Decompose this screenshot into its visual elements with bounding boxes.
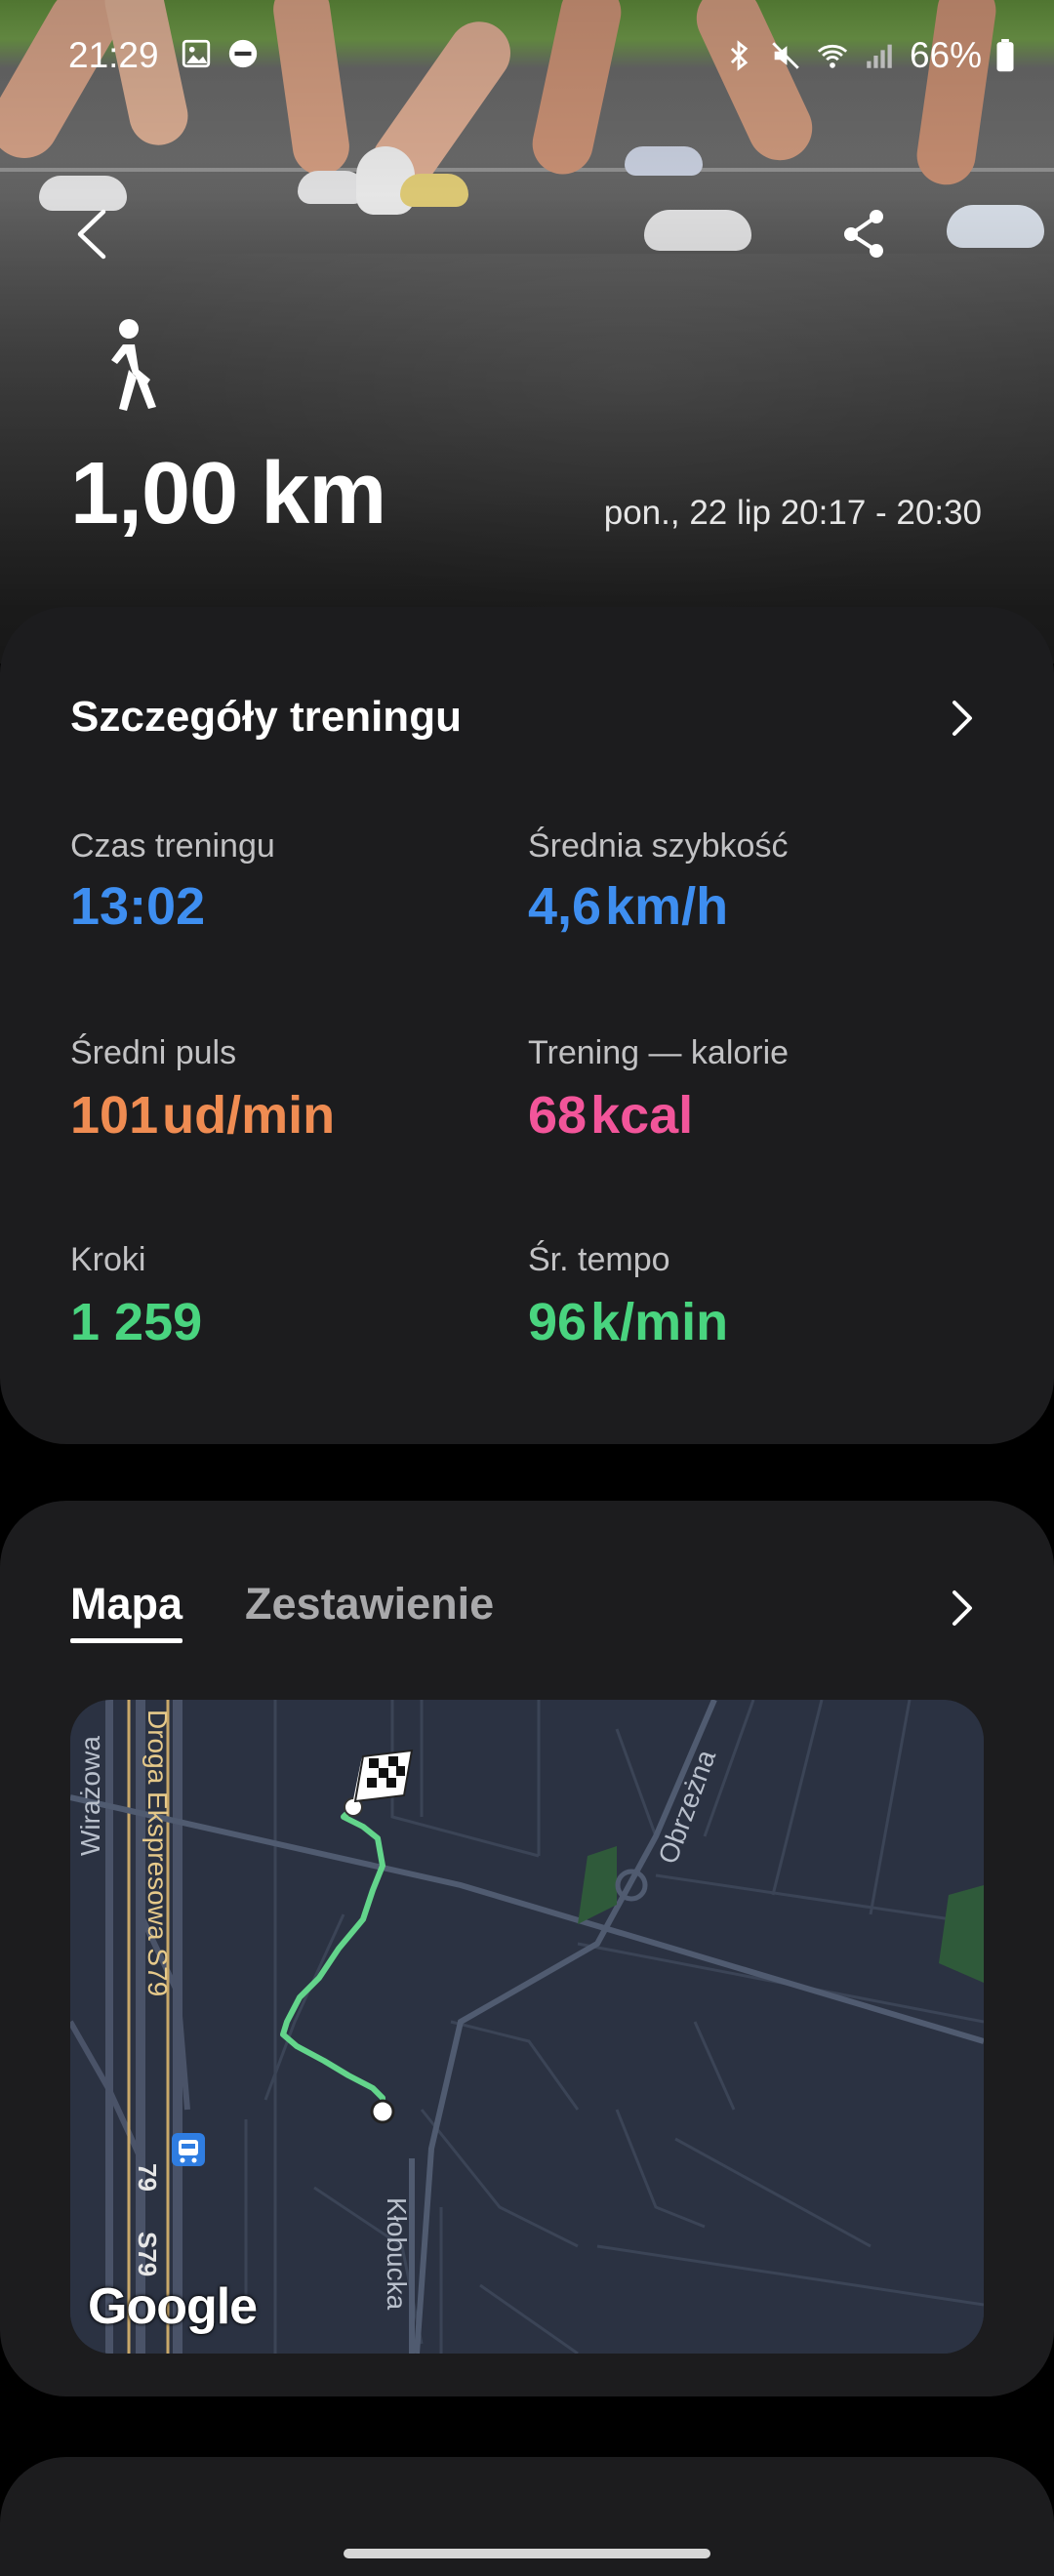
workout-date-range: pon., 22 lip 20:17 - 20:30 [603, 494, 982, 532]
metric-label-avg-speed: Średnia szybkość [528, 827, 789, 865]
route-map[interactable]: Wirażowa Droga Ekspresowa S79 Obrzeżna K… [70, 1700, 984, 2354]
tab-map[interactable]: Mapa [70, 1579, 183, 1643]
workout-details-card[interactable]: Szczegóły treningu Czas treningu 13:02 Ś… [0, 607, 1054, 1444]
street-label-wirazowa: Wirażowa [75, 1736, 105, 1856]
road-number-79: 79 [133, 2163, 162, 2192]
bluetooth-icon [730, 40, 749, 71]
walking-icon [111, 319, 156, 411]
metric-value-calories: 68kcal [528, 1086, 694, 1145]
google-attribution[interactable]: Google [88, 2277, 258, 2336]
metric-value-avg-cadence: 96k/min [528, 1293, 729, 1351]
metric-value-workout-time: 13:02 [70, 877, 206, 936]
share-button[interactable] [834, 200, 893, 268]
battery-percent: 66% [909, 35, 982, 75]
status-time: 21:29 [68, 35, 159, 75]
wifi-icon [817, 44, 848, 68]
route-start-marker [370, 2099, 395, 2124]
metric-label-avg-cadence: Śr. tempo [528, 1241, 670, 1278]
back-button[interactable] [62, 200, 121, 268]
metric-value-avg-heart-rate: 101ud/min [70, 1086, 336, 1145]
metric-value-steps: 1 259 [70, 1293, 203, 1351]
details-title: Szczegóły treningu [70, 693, 462, 741]
street-label-s79: Droga Ekspresowa S79 [142, 1710, 173, 1996]
map-tabs: Mapa Zestawienie [70, 1579, 494, 1643]
signal-icon [867, 44, 892, 68]
home-indicator[interactable] [344, 2549, 710, 2558]
mute-icon [772, 42, 799, 69]
street-label-klobucka: Kłobucka [382, 2197, 412, 2311]
gallery-icon [182, 39, 211, 68]
metric-label-avg-heart-rate: Średni puls [70, 1034, 237, 1071]
chevron-right-icon[interactable] [947, 1587, 976, 1630]
metric-label-steps: Kroki [70, 1241, 146, 1278]
workout-detail-screen: 21:29 66% 1,00 km pon., 22 lip 20:17 - 2… [0, 0, 1054, 2576]
chevron-right-icon[interactable] [947, 697, 976, 740]
road-number-s79: S79 [133, 2232, 162, 2276]
do-not-disturb-icon [228, 39, 258, 68]
tab-summary[interactable]: Zestawienie [245, 1579, 494, 1643]
metric-value-avg-speed: 4,6km/h [528, 877, 729, 936]
status-bar: 21:29 66% [0, 0, 1054, 107]
metric-label-calories: Trening — kalorie [528, 1034, 790, 1071]
distance-value: 1,00 km [70, 445, 386, 543]
metric-label-workout-time: Czas treningu [70, 827, 275, 865]
battery-icon [996, 39, 1014, 72]
map-card: Mapa Zestawienie Wirażowa Droga Ekspreso… [0, 1501, 1054, 2396]
map-canvas: Wirażowa Droga Ekspresowa S79 Obrzeżna K… [70, 1700, 984, 2354]
bus-stop-icon[interactable] [172, 2133, 205, 2166]
